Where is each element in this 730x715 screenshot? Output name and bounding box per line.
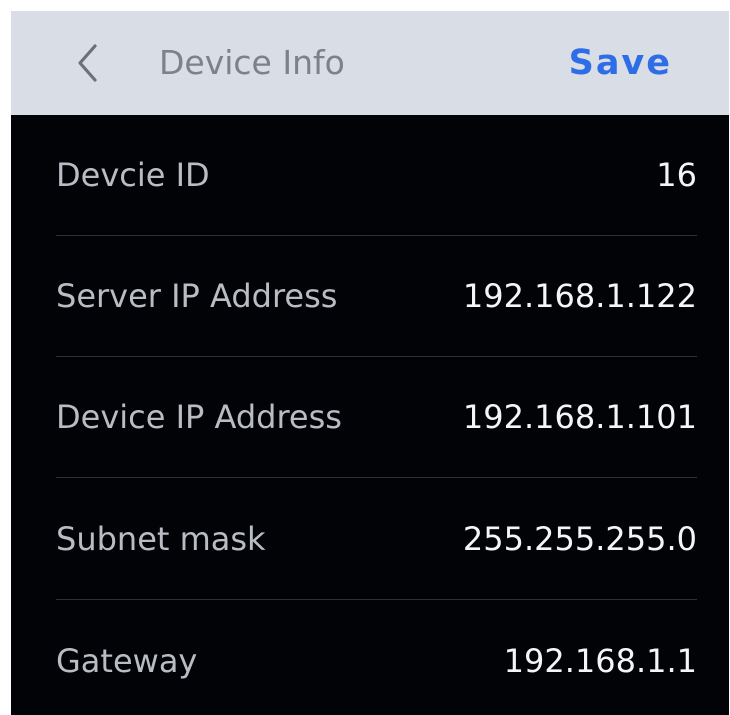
field-label: Device IP Address	[56, 398, 342, 436]
divider	[56, 477, 697, 478]
field-value: 16	[656, 156, 697, 194]
field-row-device-ip[interactable]: Device IP Address 192.168.1.101	[56, 357, 697, 478]
page-title: Device Info	[159, 43, 345, 82]
top-bar: Device Info Save	[11, 11, 729, 115]
divider	[56, 599, 697, 600]
field-value: 192.168.1.101	[462, 398, 697, 436]
field-value: 192.168.1.122	[462, 277, 697, 315]
field-label: Subnet mask	[56, 520, 266, 558]
field-label: Gateway	[56, 642, 198, 680]
field-value: 192.168.1.1	[503, 642, 697, 680]
back-button[interactable]	[65, 33, 109, 93]
field-row-subnet-mask[interactable]: Subnet mask 255.255.255.0	[56, 479, 697, 600]
chevron-left-icon	[78, 44, 97, 82]
field-row-gateway[interactable]: Gateway 192.168.1.1	[56, 601, 697, 715]
field-row-server-ip[interactable]: Server IP Address 192.168.1.122	[56, 236, 697, 357]
field-label: Server IP Address	[56, 277, 338, 315]
field-row-device-id[interactable]: Devcie ID 16	[56, 115, 697, 236]
device-info-screen: Device Info Save Devcie ID 16 Server IP …	[11, 11, 729, 715]
field-value: 255.255.255.0	[462, 520, 697, 558]
save-button[interactable]: Save	[569, 11, 672, 115]
field-label: Devcie ID	[56, 156, 210, 194]
